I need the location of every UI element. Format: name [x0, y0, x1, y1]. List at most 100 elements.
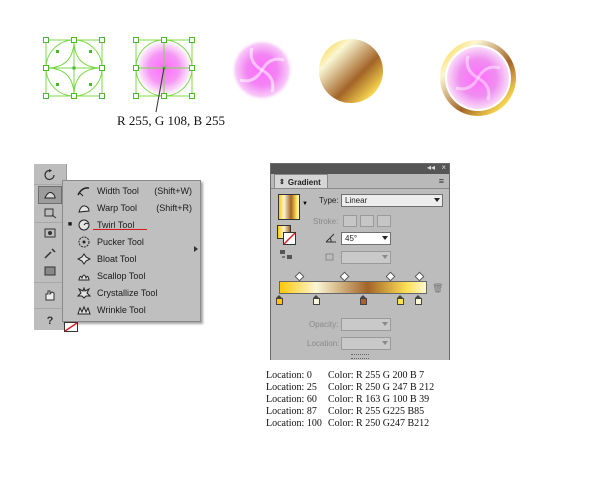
stop-location: Location: 100 [266, 418, 322, 429]
twirl-tool-icon [77, 219, 91, 231]
gradient-panel-body: ▼ Type: Linear Stroke: 45° 🗑 Opacity: Lo… [271, 188, 449, 360]
list-item: Location: 87 Color: R 255 G225 B85 [266, 406, 434, 418]
collapse-icon[interactable]: ◂◂ [427, 163, 435, 172]
twirl-tool-underline [93, 229, 147, 230]
flyout-item-warp-tool[interactable]: Warp Tool (Shift+R) [63, 199, 200, 216]
help-button[interactable]: ? [38, 312, 62, 330]
warp-tool-icon [77, 202, 91, 214]
stop-location: Location: 60 [266, 394, 317, 405]
flyout-item-label: Warp Tool [97, 202, 138, 213]
flyout-item-crystallize-tool[interactable]: Crystallize Tool [63, 284, 200, 301]
flyout-item-twirl-tool[interactable]: ■ Twirl Tool [63, 216, 200, 233]
flyout-item-width-tool[interactable]: Width Tool (Shift+W) [63, 182, 200, 199]
flyout-item-shortcut: (Shift+R) [156, 202, 192, 213]
stroke-label: Stroke: [313, 217, 339, 226]
gradient-stop[interactable] [313, 295, 320, 305]
gradient-stop[interactable] [415, 295, 422, 305]
warp-group-icon [44, 192, 56, 199]
gradient-midpoint[interactable] [339, 271, 350, 282]
opacity-input[interactable] [341, 318, 391, 331]
tab-arrows-icon: ⇕ [279, 179, 285, 186]
gradient-tool-icon [44, 266, 56, 276]
color-caption: R 255, G 108, B 255 [117, 113, 225, 128]
flyout-item-pucker-tool[interactable]: Pucker Tool [63, 233, 200, 250]
eyedropper-icon [44, 248, 56, 259]
flyout-item-scallop-tool[interactable]: Scallop Tool [63, 267, 200, 284]
flyout-item-label: Bloat Tool [97, 253, 137, 264]
flyout-item-label: Scallop Tool [97, 270, 146, 281]
flyout-item-label: Pucker Tool [97, 236, 144, 247]
stop-location: Location: 87 [266, 406, 317, 417]
type-label: Type: [319, 196, 339, 205]
tab-gradient[interactable]: ⇕ Gradient [274, 174, 328, 189]
chevron-down-icon [382, 236, 388, 240]
gradient-panel: ◂◂ × ⇕ Gradient ≡ ▼ Type: Linear Stroke:… [270, 163, 450, 360]
eyedropper-tool-button[interactable] [38, 244, 62, 262]
panel-resize-grip[interactable] [351, 354, 369, 359]
tab-gradient-label: Gradient [287, 177, 321, 187]
stop-color: Color: R 250 G247 B212 [328, 418, 430, 429]
list-item: Location: 100 Color: R 250 G247 B212 [266, 418, 434, 430]
chevron-down-icon [382, 322, 388, 326]
gradient-stop[interactable] [397, 295, 404, 305]
list-item: Location: 0 Color: R 255 G 200 B 7 [266, 370, 434, 382]
rotate-tool-button[interactable] [38, 166, 62, 184]
panel-menu-icon[interactable]: ≡ [439, 176, 444, 186]
width-tool-button[interactable] [38, 186, 62, 204]
stroke-across-button[interactable] [377, 215, 391, 227]
aspect-ratio-input[interactable] [341, 251, 391, 264]
gradient-type-select[interactable]: Linear [341, 194, 443, 207]
free-transform-icon [44, 208, 57, 219]
flyout-item-shortcut: (Shift+W) [154, 185, 192, 196]
toolbar-color-swatch[interactable] [64, 322, 78, 332]
gradient-stop-values: Location: 0 Color: R 255 G 200 B 7 Locati… [266, 370, 434, 430]
flyout-item-label: Twirl Tool [97, 219, 135, 230]
symbol-sprayer-tool-button[interactable] [38, 224, 62, 242]
symbol-sprayer-icon [44, 228, 56, 238]
stroke-none-swatch[interactable] [283, 232, 296, 245]
stroke-within-button[interactable] [343, 215, 357, 227]
wrinkle-tool-icon [77, 304, 91, 316]
free-transform-tool-button[interactable] [38, 204, 62, 222]
stop-location: Location: 0 [266, 370, 312, 381]
stop-color: Color: R 250 G 247 B 212 [328, 382, 435, 393]
liquify-tools-flyout: Width Tool (Shift+W) Warp Tool (Shift+R)… [62, 180, 201, 322]
flyout-item-bloat-tool[interactable]: Bloat Tool [63, 250, 200, 267]
gradient-midpoint[interactable] [294, 271, 305, 282]
gradient-type-value: Linear [345, 196, 368, 205]
flyout-item-wrinkle-tool[interactable]: Wrinkle Tool [63, 301, 200, 318]
delete-stop-icon[interactable]: 🗑 [432, 283, 443, 294]
gradient-slider-bar[interactable] [279, 281, 427, 294]
gradient-midpoint[interactable] [385, 271, 396, 282]
close-panel-icon[interactable]: × [441, 163, 446, 172]
rotate-tool-icon [44, 169, 55, 181]
flyout-arrow-icon [194, 246, 198, 252]
swatch-dropdown-icon[interactable]: ▼ [302, 201, 308, 207]
chevron-down-icon [382, 255, 388, 259]
list-item: Location: 25 Color: R 250 G 247 B 212 [266, 382, 434, 394]
chevron-down-icon [434, 198, 440, 202]
hand-tool-button[interactable] [38, 286, 62, 304]
width-tool-icon [77, 185, 91, 197]
gradient-midpoint[interactable] [414, 271, 425, 282]
gradient-stop[interactable] [360, 295, 367, 305]
angle-icon [325, 233, 336, 243]
scallop-tool-icon [77, 270, 91, 282]
location-label: Location: [307, 339, 340, 348]
panel-titlebar[interactable]: ◂◂ × [271, 163, 449, 174]
gradient-preview-swatch[interactable] [278, 194, 300, 220]
chevron-down-icon [382, 341, 388, 345]
angle-value: 45° [345, 234, 358, 243]
location-input[interactable] [341, 337, 391, 350]
flyout-item-label: Wrinkle Tool [97, 304, 146, 315]
step-circle-guides [43, 37, 105, 99]
angle-input[interactable]: 45° [341, 232, 391, 245]
gradient-tool-button[interactable] [38, 262, 62, 280]
aspect-ratio-icon [325, 253, 334, 261]
stop-color: Color: R 255 G 200 B 7 [328, 370, 425, 381]
list-item: Location: 60 Color: R 163 G 100 B 39 [266, 394, 434, 406]
gradient-stop[interactable] [276, 295, 283, 305]
reverse-gradient-icon[interactable] [279, 249, 293, 261]
stroke-along-button[interactable] [360, 215, 374, 227]
step-final-ringed-circle [440, 40, 516, 116]
